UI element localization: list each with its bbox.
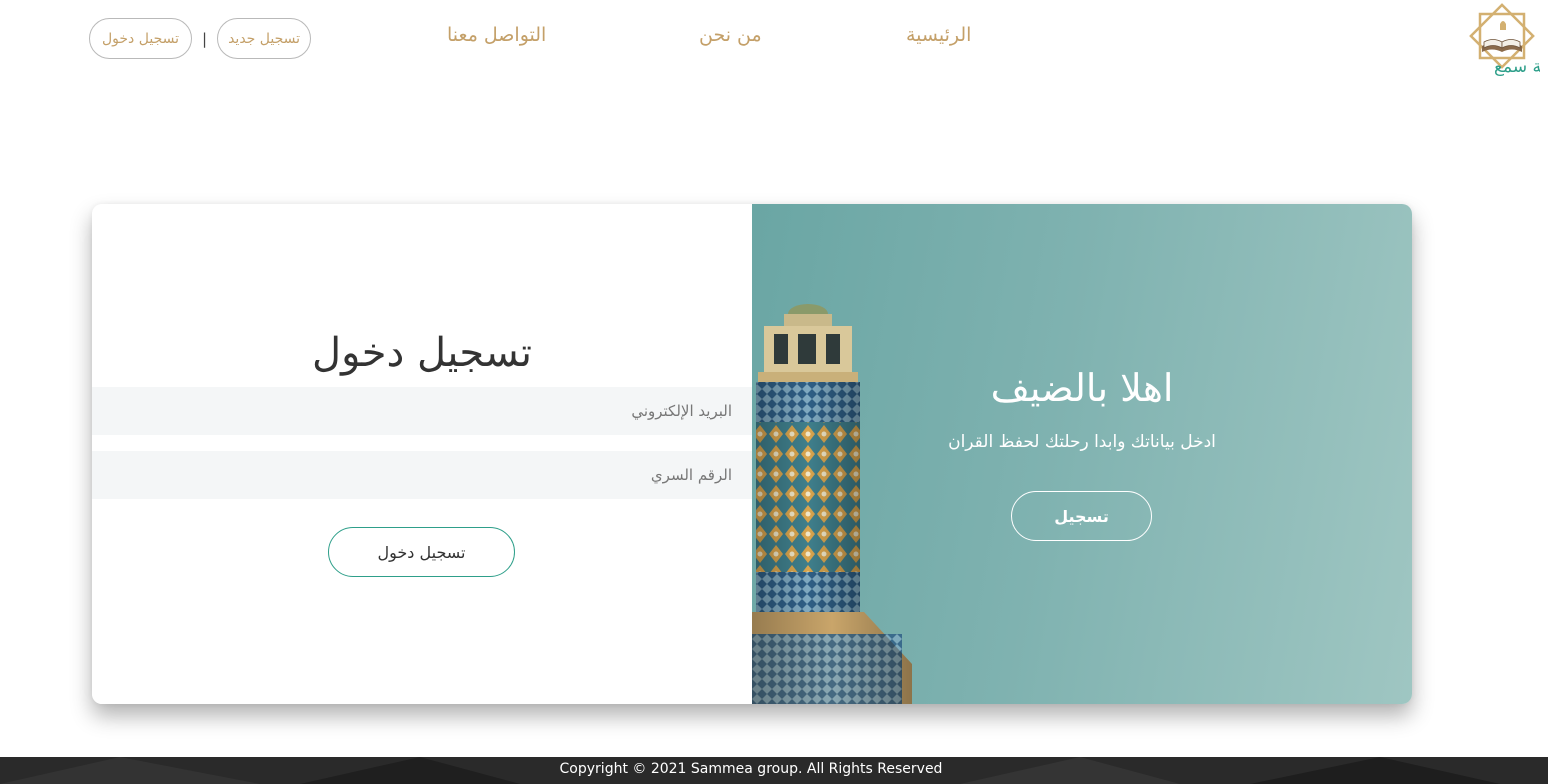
welcome-subtitle: ادخل بياناتك وابدا رحلتك لحفظ القران	[948, 432, 1216, 452]
login-nav-button[interactable]: تسجيل دخول	[89, 18, 192, 59]
welcome-panel: اهلا بالضيف ادخل بياناتك وابدا رحلتك لحف…	[752, 204, 1412, 704]
login-submit-button[interactable]: تسجيل دخول	[328, 527, 515, 577]
site-logo[interactable]: منصة سمع	[1416, 2, 1540, 82]
auth-separator: |	[202, 29, 208, 48]
password-field[interactable]	[92, 451, 752, 499]
nav-contact-link[interactable]: التواصل معنا	[447, 24, 546, 46]
book-icon	[1482, 21, 1522, 52]
register-button[interactable]: تسجيل	[1011, 491, 1152, 541]
auth-card: تسجيل دخول تسجيل دخول	[92, 204, 1412, 704]
login-form-panel: تسجيل دخول تسجيل دخول	[92, 204, 752, 704]
auth-buttons: تسجيل دخول | تسجيل جديد	[89, 18, 312, 59]
logo-text: منصة سمع	[1494, 57, 1540, 77]
register-nav-button[interactable]: تسجيل جديد	[217, 18, 312, 59]
nav-about-link[interactable]: من نحن	[699, 24, 762, 46]
minaret-image	[752, 304, 912, 704]
email-field[interactable]	[92, 387, 752, 435]
site-header: تسجيل دخول | تسجيل جديد التواصل معنا من …	[0, 0, 1548, 90]
login-title: تسجيل دخول	[312, 330, 532, 376]
welcome-title: اهلا بالضيف	[990, 366, 1174, 410]
copyright-text: Copyright © 2021 Sammea group. All Right…	[559, 761, 943, 777]
site-footer: Copyright © 2021 Sammea group. All Right…	[0, 757, 1548, 784]
nav-home-link[interactable]: الرئيسية	[906, 24, 971, 46]
